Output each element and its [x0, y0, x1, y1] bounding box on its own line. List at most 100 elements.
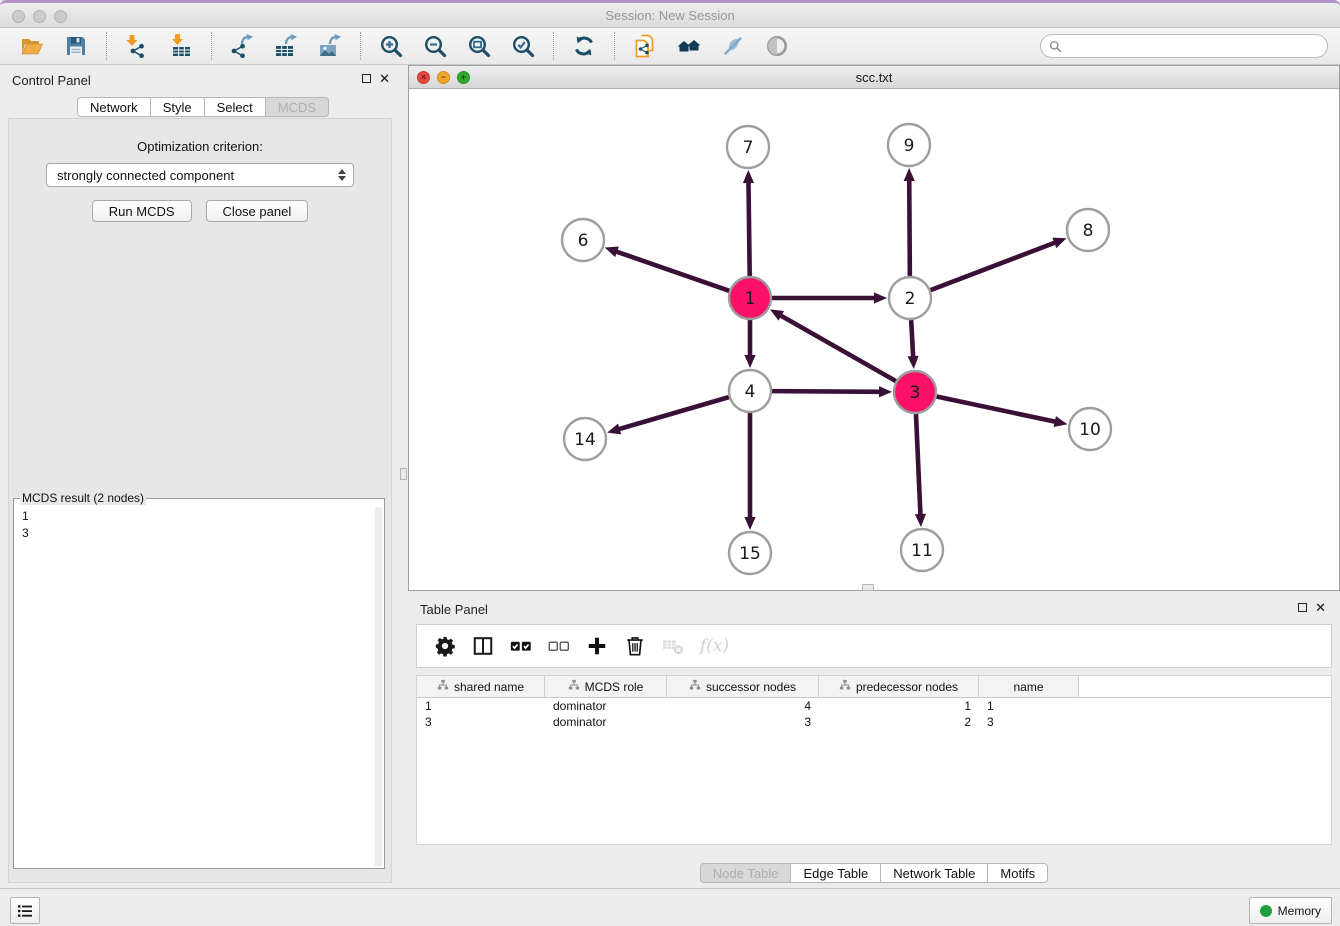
table-row[interactable]: 3dominator323 — [417, 714, 1331, 730]
split-panel-button[interactable] — [469, 631, 499, 661]
table-cell[interactable]: 1 — [417, 698, 545, 714]
mcds-result-text: 13 — [16, 507, 382, 543]
graph-node-1[interactable]: 1 — [729, 277, 771, 319]
tab-select[interactable]: Select — [205, 97, 266, 117]
zoom-fit-button[interactable] — [466, 33, 492, 59]
hide-labels-button[interactable] — [720, 33, 746, 59]
export-image-button[interactable] — [317, 33, 343, 59]
graph-edge-3-1[interactable] — [770, 309, 896, 381]
task-history-button[interactable] — [10, 897, 40, 924]
zoom-selected-button[interactable] — [510, 33, 536, 59]
graph-edge-4-14[interactable] — [607, 397, 729, 434]
home-button[interactable] — [676, 33, 702, 59]
graph-node-7[interactable]: 7 — [727, 126, 769, 168]
open-button[interactable] — [19, 33, 45, 59]
tab-style[interactable]: Style — [151, 97, 205, 117]
column-header-shared-name[interactable]: shared name — [417, 676, 545, 697]
import-network-icon — [125, 34, 149, 58]
run-mcds-button[interactable]: Run MCDS — [92, 200, 192, 222]
table-cell[interactable]: dominator — [545, 698, 667, 714]
graph-edge-3-11[interactable] — [915, 414, 926, 527]
table-cell[interactable]: 3 — [979, 714, 1079, 730]
graph-node-11[interactable]: 11 — [901, 529, 943, 571]
graph-node-15[interactable]: 15 — [729, 532, 771, 574]
tab-network-table[interactable]: Network Table — [881, 863, 988, 883]
tab-edge-table[interactable]: Edge Table — [791, 863, 881, 883]
graph-edge-1-4[interactable] — [744, 320, 755, 368]
clone-network-button[interactable] — [632, 33, 658, 59]
control-panel-float-button[interactable] — [362, 74, 371, 83]
graph-edge-4-15[interactable] — [744, 413, 755, 530]
graph-edge-1-2[interactable] — [772, 292, 887, 303]
memory-button[interactable]: Memory — [1249, 897, 1332, 924]
graph-edge-2-3[interactable] — [907, 320, 918, 369]
search-box[interactable] — [1040, 34, 1328, 58]
graph-edge-1-7[interactable] — [743, 170, 754, 276]
deselect-all-button[interactable] — [545, 631, 575, 661]
export-table-button[interactable] — [273, 33, 299, 59]
graph-edge-1-6[interactable] — [605, 247, 729, 291]
graph-node-2[interactable]: 2 — [889, 277, 931, 319]
show-button[interactable] — [764, 33, 790, 59]
graph-node-3[interactable]: 3 — [894, 371, 936, 413]
fx-button[interactable]: f(x) — [697, 631, 727, 661]
mcds-result-area[interactable]: 13 — [16, 507, 382, 866]
close-panel-button[interactable]: Close panel — [206, 200, 309, 222]
table-cell[interactable]: 1 — [979, 698, 1079, 714]
panel-splitter[interactable] — [400, 65, 408, 888]
graph-node-4[interactable]: 4 — [729, 370, 771, 412]
table-cell[interactable]: 3 — [667, 714, 819, 730]
table-cell[interactable]: 2 — [819, 714, 979, 730]
graph-edge-4-3[interactable] — [772, 386, 892, 397]
tab-mcds[interactable]: MCDS — [266, 97, 329, 117]
column-header-name[interactable]: name — [979, 676, 1079, 697]
table-panel-close-icon[interactable]: ✕ — [1315, 602, 1326, 613]
table-cell[interactable]: 3 — [417, 714, 545, 730]
network-canvas[interactable]: 7 9 6 8 1 2 4 3 14 10 15 11 — [409, 89, 1339, 590]
control-panel-title: Control Panel — [12, 73, 91, 88]
graph-edge-2-9[interactable] — [904, 168, 915, 276]
column-label: successor nodes — [706, 680, 796, 694]
home-icon — [677, 34, 701, 58]
settings-button[interactable] — [431, 631, 461, 661]
table-panel-title: Table Panel — [420, 602, 488, 617]
network-window-titlebar[interactable]: × − + scc.txt — [409, 66, 1339, 89]
table-row[interactable]: 1dominator411 — [417, 698, 1331, 714]
mcds-panel: Optimization criterion: strongly connect… — [8, 118, 392, 883]
import-network-button[interactable] — [124, 33, 150, 59]
export-network-button[interactable] — [229, 33, 255, 59]
search-input[interactable] — [1067, 38, 1319, 54]
import-table-button[interactable] — [168, 33, 194, 59]
graph-node-14[interactable]: 14 — [564, 418, 606, 460]
tab-network[interactable]: Network — [77, 97, 151, 117]
graph-node-6[interactable]: 6 — [562, 219, 604, 261]
graph-node-8[interactable]: 8 — [1067, 209, 1109, 251]
splitter-grip[interactable] — [400, 468, 407, 480]
save-button[interactable] — [63, 33, 89, 59]
refresh-button[interactable] — [571, 33, 597, 59]
network-resize-grip[interactable] — [862, 584, 874, 591]
add-button[interactable] — [583, 631, 613, 661]
graph-edge-2-8[interactable] — [931, 238, 1067, 291]
graph-node-10[interactable]: 10 — [1069, 408, 1111, 450]
delete-table-button[interactable] — [659, 631, 689, 661]
result-scrollbar[interactable] — [375, 507, 382, 866]
control-panel-close-icon[interactable]: ✕ — [379, 73, 390, 84]
graph-edge-3-10[interactable] — [937, 397, 1068, 427]
zoom-in-button[interactable] — [378, 33, 404, 59]
column-header-MCDS-role[interactable]: MCDS role — [545, 676, 667, 697]
tab-motifs[interactable]: Motifs — [988, 863, 1048, 883]
criterion-select[interactable]: strongly connected component — [46, 163, 354, 187]
delete-button[interactable] — [621, 631, 651, 661]
zoom-out-button[interactable] — [422, 33, 448, 59]
select-all-button[interactable] — [507, 631, 537, 661]
column-header-predecessor-nodes[interactable]: predecessor nodes — [819, 676, 979, 697]
table-cell[interactable]: 1 — [819, 698, 979, 714]
table-cell[interactable]: 4 — [667, 698, 819, 714]
graph-node-9[interactable]: 9 — [888, 124, 930, 166]
show-icon — [765, 34, 789, 58]
tab-node-table[interactable]: Node Table — [700, 863, 792, 883]
column-header-successor-nodes[interactable]: successor nodes — [667, 676, 819, 697]
table-cell[interactable]: dominator — [545, 714, 667, 730]
table-panel-float-button[interactable] — [1298, 603, 1307, 612]
